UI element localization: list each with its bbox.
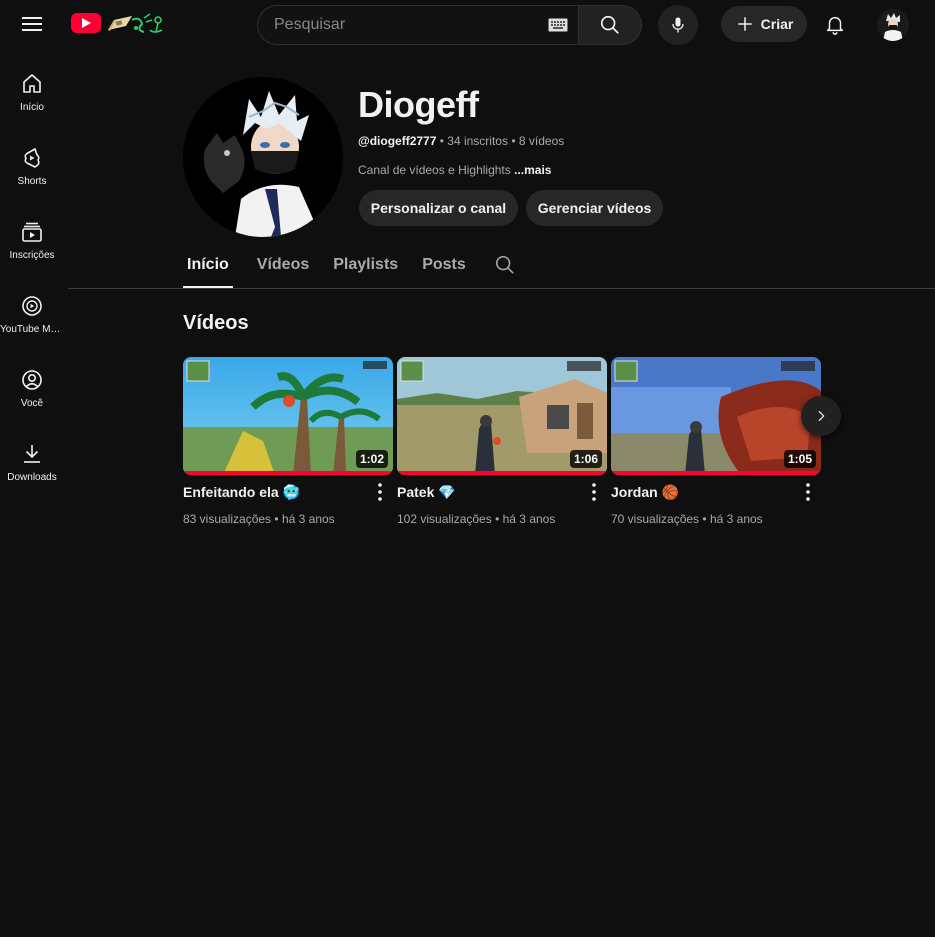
next-arrow-button[interactable] [801,396,841,436]
create-label: Criar [760,16,794,32]
view-count: 83 visualizações [183,512,272,526]
sidebar-item-shorts[interactable]: Shorts [0,130,64,204]
video-duration: 1:05 [783,450,816,468]
video-age: há 3 anos [281,512,335,526]
sidebar-item-label: Inscrições [9,250,55,261]
plus-icon [737,17,752,31]
download-icon [24,445,40,463]
video-age: há 3 anos [502,512,556,526]
search-bar [257,5,642,45]
channel-name: Diogeff [358,84,479,125]
search-button[interactable] [578,5,642,45]
video-card[interactable]: 1:02 Enfeitando ela 🥶 83 visualizações •… [183,357,393,526]
manage-videos-button[interactable]: Gerenciar vídeos [526,190,663,226]
watch-progress-bar [611,471,821,475]
more-link[interactable]: ...mais [514,163,551,177]
more-options-icon[interactable] [799,481,817,503]
tab-home[interactable]: Início [183,248,233,288]
shorts-icon [24,148,40,168]
watch-progress-bar [183,471,393,475]
video-count: 8 vídeos [518,134,565,148]
bell-icon [826,16,844,35]
sidebar-item-label: YouTube Music [0,324,64,335]
sidebar-item-label: Shorts [17,176,47,187]
channel-handle: @diogeff2777 [358,134,437,148]
channel-avatar[interactable] [183,77,343,237]
tab-playlists[interactable]: Playlists [333,248,398,288]
more-options-icon[interactable] [371,481,389,503]
video-title[interactable]: Patek 💎 [397,484,607,504]
chevron-right-icon [818,410,825,422]
subscriptions-icon [22,222,42,242]
meta-separator: • [511,134,519,148]
channel-search-icon[interactable] [494,254,516,276]
view-count: 70 visualizações [611,512,700,526]
notifications-button[interactable] [819,8,851,40]
customize-channel-button[interactable]: Personalizar o canal [359,190,518,226]
voice-search-button[interactable] [658,5,698,45]
video-duration: 1:02 [355,450,388,468]
tab-videos[interactable]: Vídeos [257,248,309,288]
meta-separator: • [274,512,282,526]
account-avatar[interactable] [877,9,909,41]
meta-separator: • [495,512,503,526]
video-card[interactable]: 1:05 Jordan 🏀 70 visualizações • há 3 an… [611,357,821,526]
youtube-music-icon [22,296,42,316]
youtube-logo[interactable] [70,10,170,36]
subscriber-count: 34 inscritos [447,134,508,148]
keyboard-icon[interactable] [548,18,568,32]
sidebar-item-label: Você [20,398,44,409]
you-icon [22,370,42,390]
tabs-divider [68,288,935,289]
search-input[interactable] [274,16,548,34]
sidebar-item-label: Downloads [7,472,57,483]
channel-tabs: Início Vídeos Playlists Posts [183,248,490,288]
sidebar-item-downloads[interactable]: Downloads [0,426,64,500]
home-icon [23,74,41,93]
menu-icon[interactable] [14,8,50,40]
channel-meta: @diogeff2777 • 34 inscritos • 8 vídeos [358,134,564,148]
video-thumbnail[interactable]: 1:05 [611,357,821,475]
search-field [257,5,578,45]
video-meta: 102 visualizações • há 3 anos [397,512,607,526]
video-meta: 70 visualizações • há 3 anos [611,512,821,526]
sidebar-item-label: Início [20,102,44,113]
channel-description: Canal de vídeos e Highlights ...mais [358,163,551,177]
sidebar: Início Shorts Inscrições YouTube Music V… [0,56,64,500]
video-duration: 1:06 [569,450,602,468]
video-thumbnail[interactable]: 1:02 [183,357,393,475]
more-options-icon[interactable] [585,481,603,503]
sidebar-item-you[interactable]: Você [0,352,64,426]
microphone-icon [672,17,684,33]
section-title[interactable]: Vídeos [183,312,249,335]
video-age: há 3 anos [709,512,763,526]
video-card[interactable]: 1:06 Patek 💎 102 visualizações • há 3 an… [397,357,607,526]
meta-separator: • [702,512,710,526]
create-button[interactable]: Criar [721,6,807,42]
video-thumbnail[interactable]: 1:06 [397,357,607,475]
description-text: Canal de vídeos e Highlights [358,163,511,177]
watch-progress-bar [397,471,607,475]
search-icon [600,15,619,34]
sidebar-item-home[interactable]: Início [0,56,64,130]
top-bar: Criar [0,0,935,48]
sidebar-item-subscriptions[interactable]: Inscrições [0,204,64,278]
view-count: 102 visualizações [397,512,492,526]
video-title[interactable]: Jordan 🏀 [611,484,821,504]
video-title[interactable]: Enfeitando ela 🥶 [183,484,393,504]
sidebar-item-youtube-music[interactable]: YouTube Music [0,278,64,352]
video-meta: 83 visualizações • há 3 anos [183,512,393,526]
tab-posts[interactable]: Posts [422,248,466,288]
